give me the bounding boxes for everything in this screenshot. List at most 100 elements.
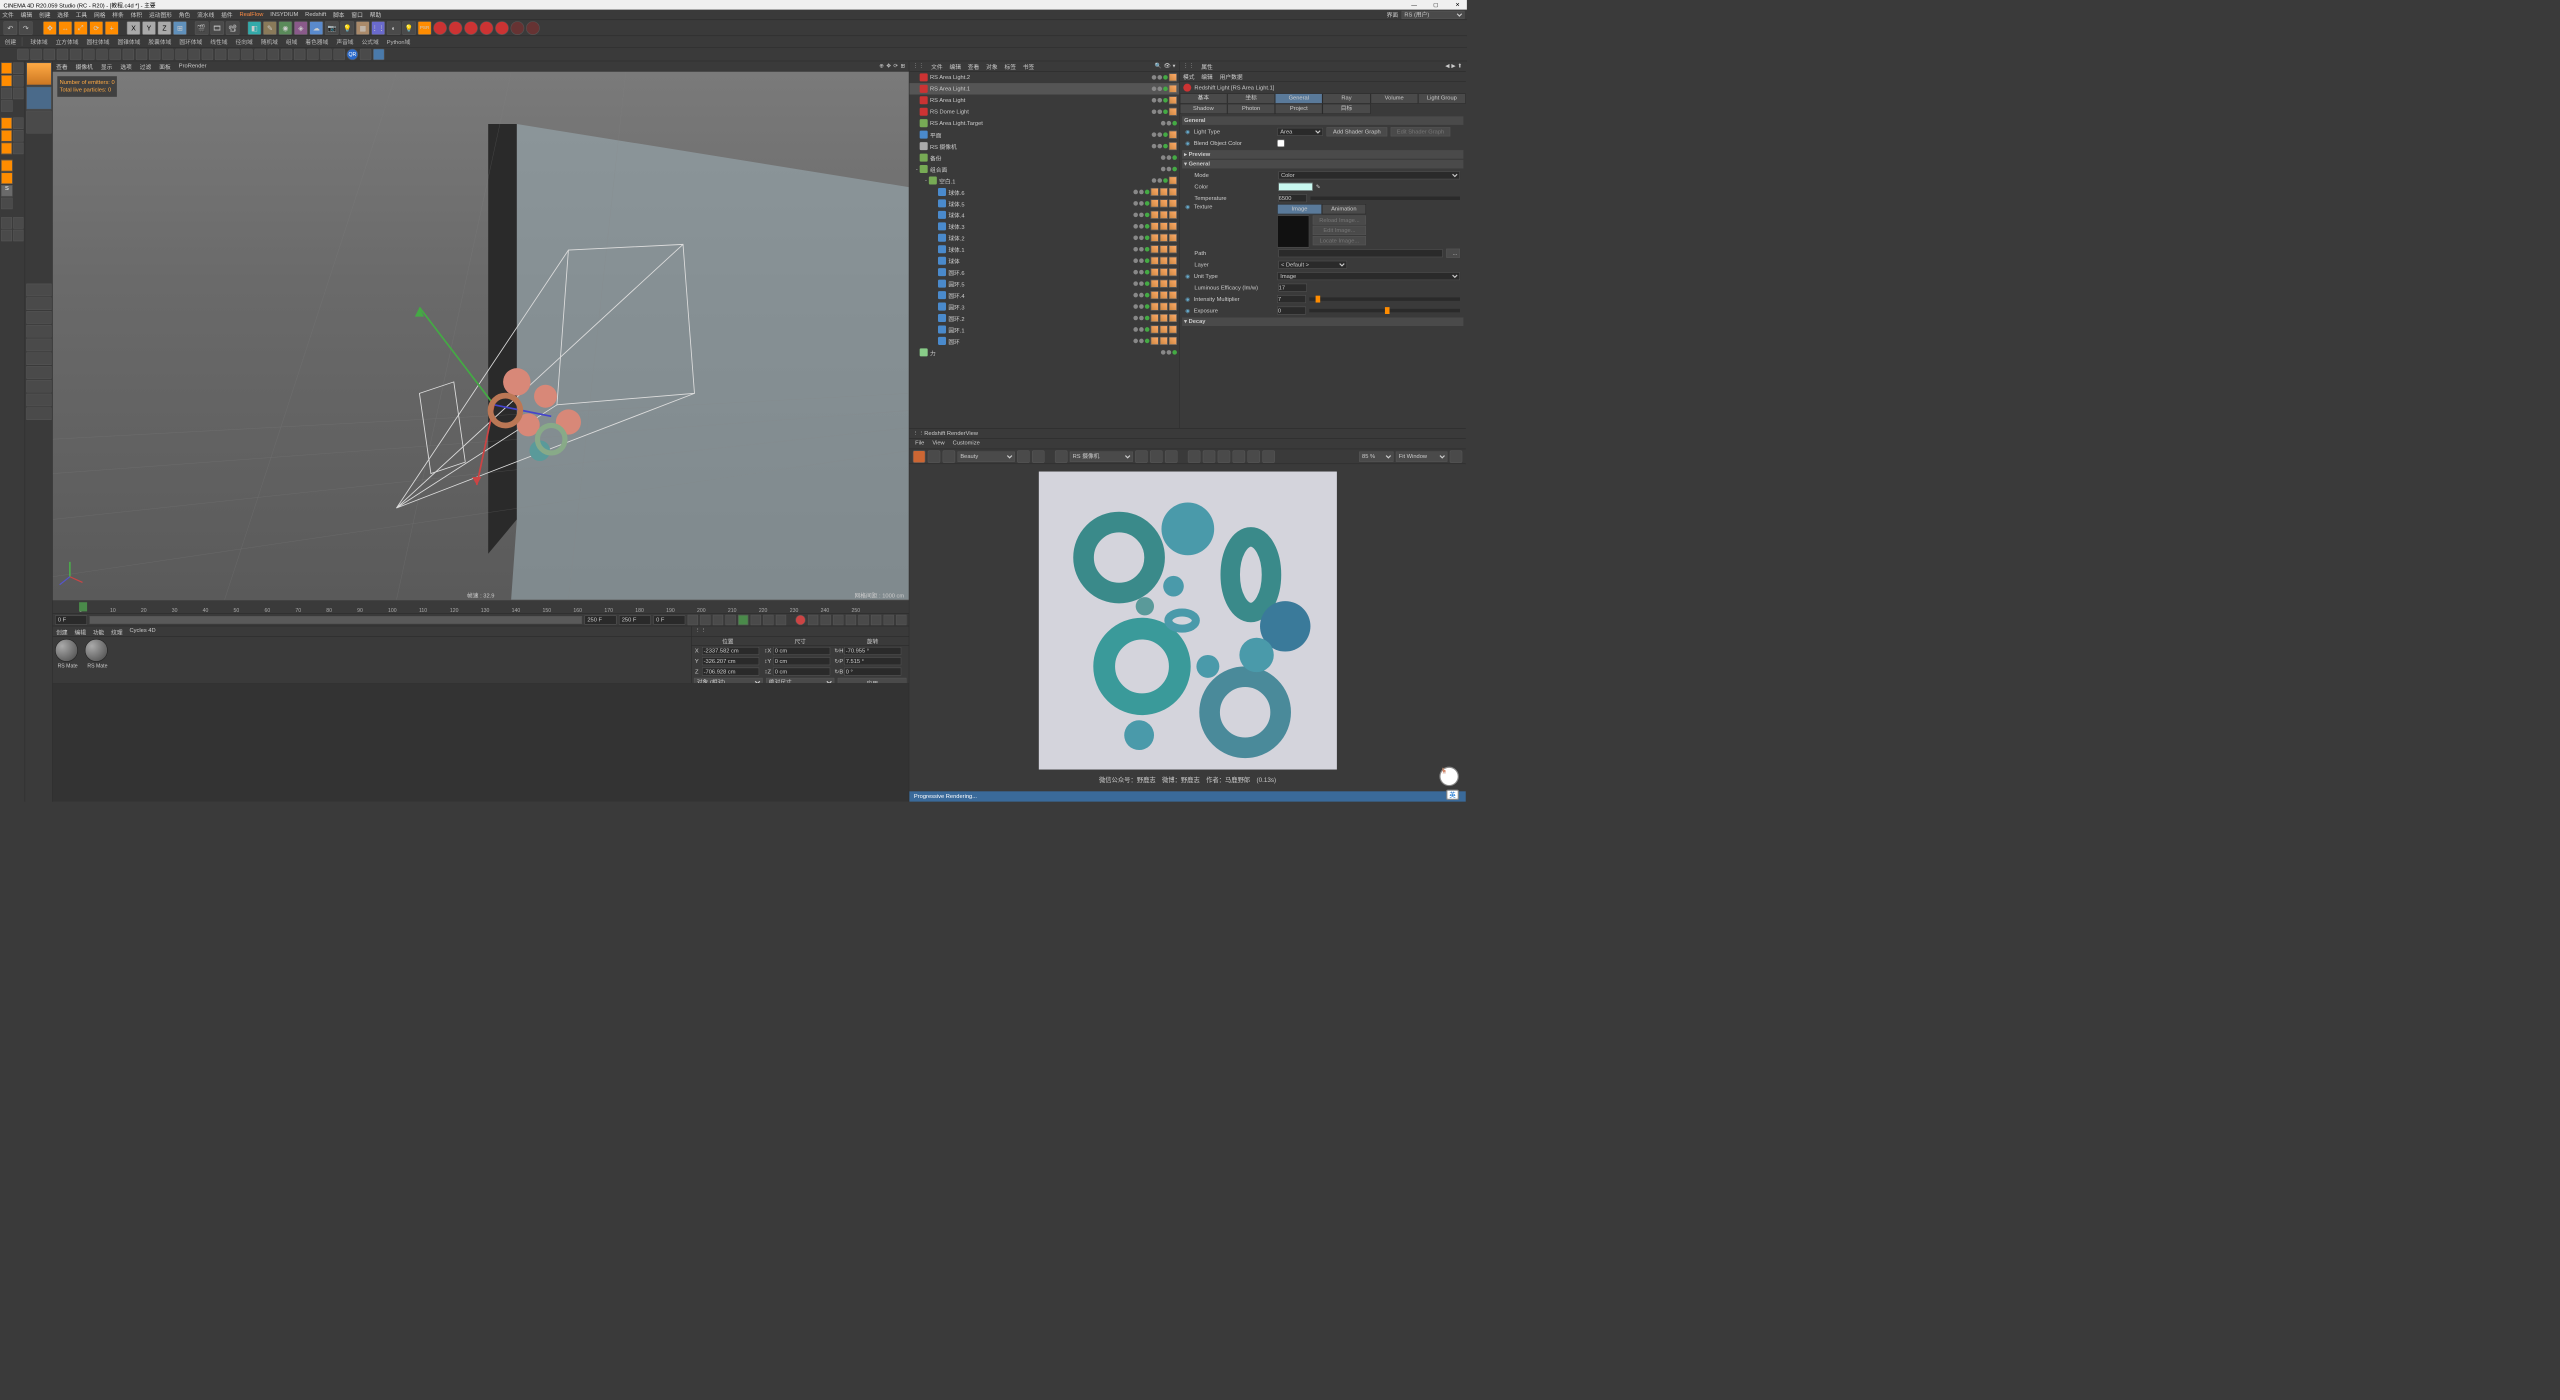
rv-zoom-icon[interactable] — [1450, 450, 1463, 463]
enable-dot[interactable] — [1145, 270, 1150, 275]
vis-editor-dot[interactable] — [1151, 132, 1156, 137]
palette-1[interactable] — [26, 62, 51, 85]
field-cylinder[interactable]: 圆柱体域 — [87, 37, 110, 46]
mat-menu-function[interactable]: 功能 — [93, 627, 104, 634]
obj-menu-file[interactable]: 文件 — [931, 62, 942, 71]
rv-menu-file[interactable]: File — [915, 440, 924, 447]
material-2[interactable]: RS Mate — [85, 639, 110, 669]
tag-icon[interactable] — [1159, 337, 1167, 345]
enable-dot[interactable] — [1172, 155, 1177, 160]
object-item[interactable]: 圆环.5 — [909, 278, 1179, 289]
rv-copy-icon[interactable] — [1247, 450, 1260, 463]
exposure-field[interactable] — [1277, 307, 1306, 315]
redo-icon[interactable]: ↷ — [19, 21, 33, 35]
enable-dot[interactable] — [1163, 109, 1168, 114]
sicon-24[interactable] — [320, 48, 331, 59]
rot-field[interactable] — [844, 668, 901, 676]
vis-render-dot[interactable] — [1139, 190, 1144, 195]
intensity-field[interactable] — [1277, 295, 1306, 303]
sicon-6[interactable] — [83, 48, 94, 59]
volume-icon[interactable]: ◐ — [387, 21, 401, 35]
tab-photon[interactable]: Photon — [1227, 104, 1275, 114]
rv-settings-icon[interactable] — [1262, 450, 1275, 463]
enable-dot[interactable] — [1145, 339, 1150, 344]
attr-menu-edit[interactable]: 编辑 — [1201, 72, 1212, 81]
object-item[interactable]: -组合面 — [909, 163, 1179, 174]
texture-tab-anim[interactable]: Animation — [1322, 204, 1366, 214]
vis-editor-dot[interactable] — [1133, 258, 1138, 263]
vis-render-dot[interactable] — [1139, 293, 1144, 298]
vis-render-dot[interactable] — [1166, 155, 1171, 160]
enable-dot[interactable] — [1172, 167, 1177, 172]
size-field[interactable] — [773, 647, 830, 655]
object-item[interactable]: 圆环 — [909, 335, 1179, 346]
size-field[interactable] — [773, 668, 830, 676]
vis-editor-dot[interactable] — [1161, 350, 1166, 355]
vis-editor-dot[interactable] — [1161, 155, 1166, 160]
palette-g9[interactable] — [26, 394, 51, 407]
lt-edges[interactable] — [1, 130, 12, 141]
environment-icon[interactable]: ☁ — [309, 21, 323, 35]
tab-lightgroup[interactable]: Light Group — [1418, 93, 1466, 103]
field-random[interactable]: 随机域 — [261, 37, 278, 46]
mat-menu-edit[interactable]: 编辑 — [74, 627, 85, 634]
keymode-icon[interactable] — [821, 615, 831, 625]
vp-menu-prorender[interactable]: ProRender — [179, 63, 207, 69]
lt-points[interactable] — [1, 117, 12, 128]
lt-workplane[interactable] — [1, 100, 12, 111]
tab-volume[interactable]: Volume — [1370, 93, 1418, 103]
sicon-21[interactable] — [281, 48, 292, 59]
attr-menu-mode[interactable]: 模式 — [1183, 72, 1194, 81]
field-create[interactable]: 创建 — [5, 37, 23, 46]
field-linear[interactable]: 线性域 — [210, 37, 227, 46]
rv-ipr-icon[interactable] — [928, 450, 941, 463]
field-group[interactable]: 组域 — [286, 37, 297, 46]
vis-render-dot[interactable] — [1139, 236, 1144, 241]
tag-icon[interactable] — [1169, 96, 1177, 104]
vis-render-dot[interactable] — [1157, 87, 1162, 92]
sicon-8[interactable] — [109, 48, 120, 59]
enable-dot[interactable] — [1163, 75, 1168, 80]
vis-render-dot[interactable] — [1139, 201, 1144, 206]
render-queue-icon[interactable]: 📽 — [226, 21, 240, 35]
attr-next-icon[interactable]: ▶ — [1451, 63, 1455, 69]
tag-icon[interactable] — [1150, 280, 1158, 288]
render-view-icon[interactable]: 🎬 — [195, 21, 209, 35]
color-picker-icon[interactable]: ✎ — [1316, 184, 1321, 190]
rv-canvas[interactable]: 微信公众号：野鹿志 微博：野鹿志 作者：马鹿野郎 (0.13s) — [909, 464, 1465, 791]
tab-ray[interactable]: Ray — [1323, 93, 1371, 103]
path-field[interactable] — [1278, 249, 1443, 257]
search-icon[interactable]: 🔍 — [1155, 63, 1162, 69]
rv-compare-icon[interactable] — [1032, 450, 1045, 463]
rotate-tool-icon[interactable]: ⟳ — [89, 21, 103, 35]
rv-tonemap-icon[interactable] — [1203, 450, 1216, 463]
mograph-icon[interactable]: ⋮⋮ — [371, 21, 385, 35]
sicon-1[interactable] — [17, 48, 28, 59]
vis-render-dot[interactable] — [1157, 178, 1162, 183]
next-frame-icon[interactable] — [751, 615, 761, 625]
rv-channel-icon[interactable] — [1188, 450, 1201, 463]
vis-editor-dot[interactable] — [1133, 247, 1138, 252]
palette-g1[interactable] — [26, 284, 51, 297]
object-item[interactable]: 圆环.4 — [909, 289, 1179, 300]
vis-editor-dot[interactable] — [1151, 144, 1156, 149]
sicon-17[interactable] — [228, 48, 239, 59]
key-pla-icon[interactable] — [884, 615, 894, 625]
vis-editor-dot[interactable] — [1133, 270, 1138, 275]
attr-lock-icon[interactable]: ⬆ — [1457, 63, 1462, 69]
tag-icon[interactable] — [1159, 280, 1167, 288]
vis-render-dot[interactable] — [1139, 304, 1144, 309]
menu-window[interactable]: 窗口 — [351, 10, 362, 19]
field-capsule[interactable]: 胶囊体域 — [148, 37, 171, 46]
sicon-14[interactable] — [189, 48, 200, 59]
object-item[interactable]: 圆环.6 — [909, 266, 1179, 277]
menu-script[interactable]: 脚本 — [333, 10, 344, 19]
palette-g2[interactable] — [26, 297, 51, 310]
vis-render-dot[interactable] — [1157, 132, 1162, 137]
tag-icon[interactable] — [1169, 176, 1177, 184]
ime-badge-icon[interactable]: 英 — [1446, 790, 1459, 800]
palette-g8[interactable] — [26, 380, 51, 393]
tag-icon[interactable] — [1150, 325, 1158, 333]
move-tool-icon[interactable]: ↔ — [58, 21, 72, 35]
menu-volume[interactable]: 体积 — [131, 10, 142, 19]
